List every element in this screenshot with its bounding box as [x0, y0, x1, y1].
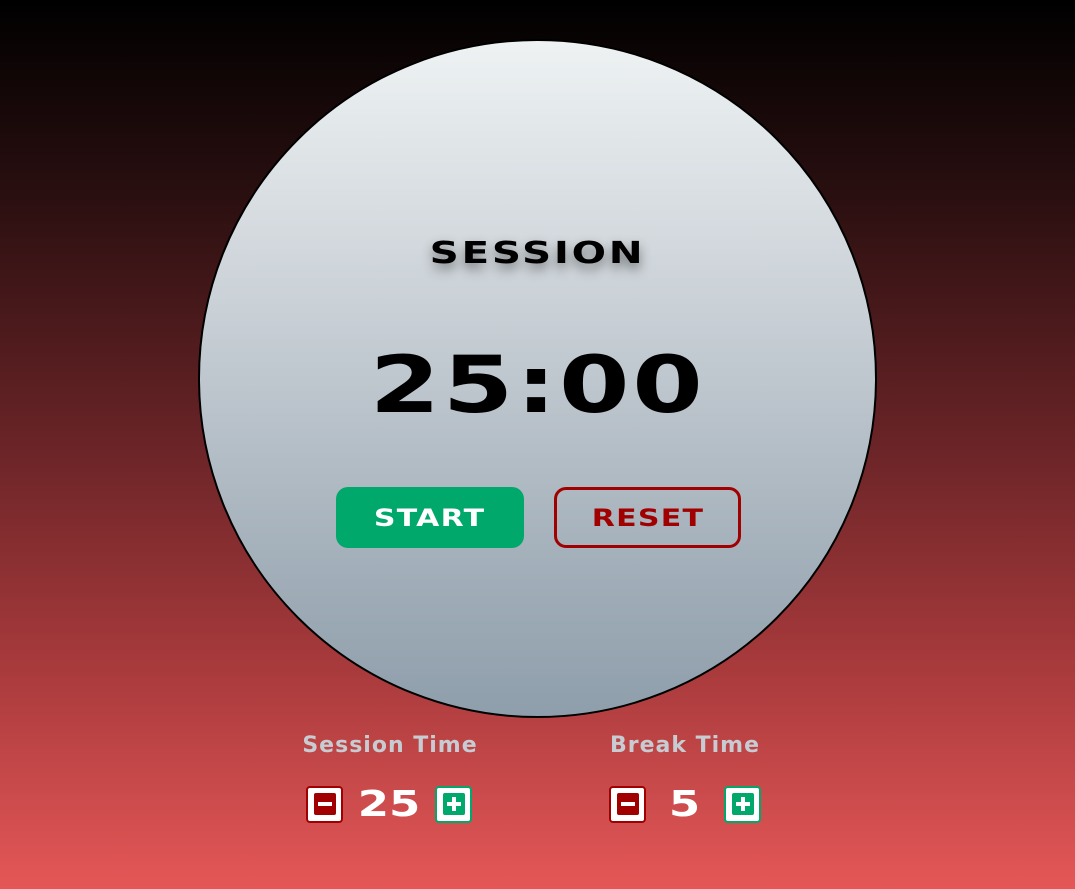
timer-mode-label: SESSION [429, 236, 646, 271]
reset-button[interactable]: RESET [554, 487, 741, 548]
session-decrement-button[interactable] [306, 785, 343, 823]
break-increment-button[interactable] [724, 785, 761, 823]
session-time-stepper: 25 [306, 783, 474, 825]
break-decrement-button[interactable] [609, 785, 646, 823]
break-time-title: Break Time [609, 733, 761, 758]
minus-icon [616, 793, 639, 815]
minus-icon [313, 793, 336, 815]
timer-display: 25:00 [369, 341, 706, 431]
plus-icon [731, 793, 754, 815]
break-time-control: Break Time [595, 733, 775, 758]
break-time-value: 5 [669, 783, 701, 825]
session-time-control: Session Time [290, 733, 490, 758]
plus-icon [442, 793, 465, 815]
reset-button-label: RESET [591, 503, 704, 532]
break-time-stepper: 5 [609, 783, 761, 825]
session-increment-button[interactable] [435, 785, 472, 823]
start-button[interactable]: START [336, 487, 524, 548]
session-time-title: Session Time [302, 733, 478, 758]
session-time-value: 25 [357, 783, 421, 825]
timer-clock-face: SESSION 25:00 START RESET [198, 39, 877, 718]
start-button-label: START [374, 503, 486, 532]
